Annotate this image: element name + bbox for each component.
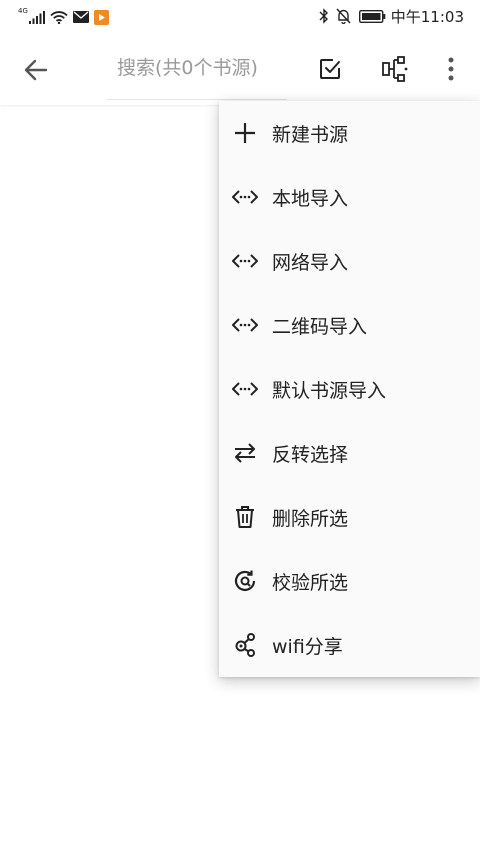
check-verify-icon xyxy=(232,568,258,594)
mute-icon xyxy=(336,8,351,24)
search-input[interactable] xyxy=(117,57,289,79)
back-button[interactable] xyxy=(18,55,54,85)
select-all-button[interactable] xyxy=(314,53,346,85)
menu-item-label: 本地导入 xyxy=(272,187,349,210)
status-bar-right: 中午11:03 xyxy=(319,7,464,26)
status-bar: 4G 中午11:03 xyxy=(0,0,480,33)
menu-item-default-import[interactable]: 默认书源导入 xyxy=(219,357,480,421)
menu-item-verify-selected[interactable]: 校验所选 xyxy=(219,549,480,613)
bluetooth-icon xyxy=(319,8,329,24)
share-icon xyxy=(232,632,258,658)
import-icon xyxy=(232,184,258,210)
menu-item-new-source[interactable]: 新建书源 xyxy=(219,101,480,165)
menu-item-label: 默认书源导入 xyxy=(272,379,387,402)
network-type: 4G xyxy=(18,7,28,15)
arrow-back-icon xyxy=(24,59,48,81)
select-all-icon xyxy=(319,58,341,80)
menu-item-label: 新建书源 xyxy=(272,123,349,146)
mail-icon xyxy=(72,11,89,23)
import-icon xyxy=(232,248,258,274)
signal-icon xyxy=(28,10,45,24)
group-icon xyxy=(382,56,408,82)
overflow-menu: 新建书源 本地导入 网络导入 二维码导入 默认书源导入 反转选择 删除所选 校验… xyxy=(219,101,480,677)
app-notification-icon xyxy=(93,9,109,25)
app-bar xyxy=(0,33,480,105)
menu-item-delete-selected[interactable]: 删除所选 xyxy=(219,485,480,549)
menu-item-label: wifi分享 xyxy=(272,635,343,658)
trash-icon xyxy=(232,504,258,530)
menu-item-label: 反转选择 xyxy=(272,443,349,466)
menu-item-wifi-share[interactable]: wifi分享 xyxy=(219,613,480,677)
group-button[interactable] xyxy=(379,53,411,85)
menu-item-qrcode-import[interactable]: 二维码导入 xyxy=(219,293,480,357)
menu-item-invert-selection[interactable]: 反转选择 xyxy=(219,421,480,485)
menu-item-label: 二维码导入 xyxy=(272,315,368,338)
import-icon xyxy=(232,312,258,338)
menu-item-label: 删除所选 xyxy=(272,507,349,530)
more-options-button[interactable] xyxy=(435,53,467,85)
menu-item-label: 校验所选 xyxy=(272,571,349,594)
swap-icon xyxy=(232,440,258,466)
import-icon xyxy=(232,376,258,402)
search-container xyxy=(107,51,289,100)
battery-icon xyxy=(358,9,386,23)
more-vert-icon xyxy=(447,57,455,81)
menu-item-local-import[interactable]: 本地导入 xyxy=(219,165,480,229)
menu-item-label: 网络导入 xyxy=(272,251,349,274)
add-icon xyxy=(232,120,258,146)
status-bar-left: 4G xyxy=(18,8,109,26)
menu-item-network-import[interactable]: 网络导入 xyxy=(219,229,480,293)
wifi-icon xyxy=(50,10,68,24)
status-time: 中午11:03 xyxy=(390,7,464,26)
